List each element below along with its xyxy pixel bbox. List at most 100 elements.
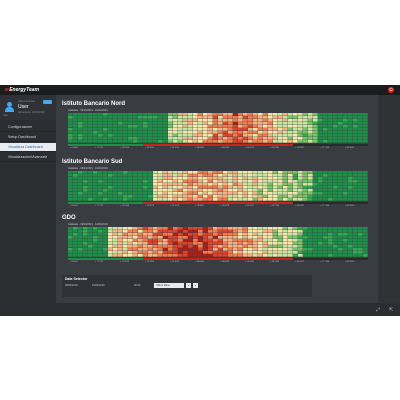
- heatmap-cell[interactable]: [193, 192, 198, 195]
- heatmap-cell[interactable]: [158, 236, 163, 239]
- heatmap-cell[interactable]: [143, 227, 148, 230]
- heatmap-cell[interactable]: [318, 174, 323, 177]
- heatmap-cell[interactable]: [123, 195, 128, 198]
- heatmap-cell[interactable]: [198, 113, 203, 116]
- heatmap-cell[interactable]: [88, 119, 93, 122]
- heatmap-cell[interactable]: [113, 131, 118, 134]
- heatmap-cell[interactable]: [178, 122, 183, 125]
- heatmap-cell[interactable]: [353, 242, 358, 245]
- heatmap-cell[interactable]: [333, 189, 338, 192]
- heatmap-cell[interactable]: [113, 137, 118, 140]
- heatmap-cell[interactable]: [98, 128, 103, 131]
- heatmap-cell[interactable]: [288, 230, 293, 233]
- heatmap-cell[interactable]: [188, 125, 193, 128]
- heatmap-cell[interactable]: [193, 177, 198, 180]
- heatmap-cell[interactable]: [208, 248, 213, 251]
- heatmap-cell[interactable]: [333, 198, 338, 201]
- sidebar-item-setup-dashboard[interactable]: Setup Dashboard: [0, 133, 56, 142]
- heatmap-cell[interactable]: [193, 180, 198, 183]
- heatmap-cell[interactable]: [243, 242, 248, 245]
- heatmap-cell[interactable]: [263, 177, 268, 180]
- heatmap-cell[interactable]: [303, 198, 308, 201]
- heatmap-cell[interactable]: [188, 233, 193, 236]
- heatmap-cell[interactable]: [158, 177, 163, 180]
- heatmap-cell[interactable]: [238, 134, 243, 137]
- heatmap-cell[interactable]: [288, 198, 293, 201]
- heatmap-cell[interactable]: [193, 230, 198, 233]
- heatmap-cell[interactable]: [183, 254, 188, 257]
- heatmap-cell[interactable]: [143, 128, 148, 131]
- heatmap-cell[interactable]: [253, 186, 258, 189]
- heatmap-cell[interactable]: [238, 140, 243, 143]
- heatmap-cell[interactable]: [233, 177, 238, 180]
- heatmap-cell[interactable]: [308, 137, 313, 140]
- heatmap-cell[interactable]: [318, 233, 323, 236]
- heatmap-cell[interactable]: [143, 192, 148, 195]
- heatmap-cell[interactable]: [183, 242, 188, 245]
- heatmap-cell[interactable]: [193, 236, 198, 239]
- heatmap-cell[interactable]: [313, 254, 318, 257]
- heatmap-cell[interactable]: [263, 140, 268, 143]
- heatmap-cell[interactable]: [228, 239, 233, 242]
- heatmap-cell[interactable]: [88, 198, 93, 201]
- heatmap-cell[interactable]: [333, 113, 338, 116]
- heatmap-cell[interactable]: [143, 180, 148, 183]
- heatmap-cell[interactable]: [348, 119, 353, 122]
- heatmap-cell[interactable]: [118, 116, 123, 119]
- heatmap-cell[interactable]: [313, 125, 318, 128]
- heatmap-cell[interactable]: [113, 171, 118, 174]
- heatmap-cell[interactable]: [338, 119, 343, 122]
- heatmap-cell[interactable]: [273, 183, 278, 186]
- heatmap-cell[interactable]: [128, 171, 133, 174]
- heatmap-cell[interactable]: [113, 251, 118, 254]
- heatmap-cell[interactable]: [238, 236, 243, 239]
- heatmap-cell[interactable]: [303, 227, 308, 230]
- heatmap-cell[interactable]: [313, 242, 318, 245]
- heatmap-cell[interactable]: [68, 134, 73, 137]
- heatmap-cell[interactable]: [213, 116, 218, 119]
- heatmap-cell[interactable]: [233, 195, 238, 198]
- heatmap-cell[interactable]: [183, 140, 188, 143]
- heatmap-cell[interactable]: [78, 122, 83, 125]
- heatmap-cell[interactable]: [118, 236, 123, 239]
- heatmap-cell[interactable]: [238, 128, 243, 131]
- heatmap-cell[interactable]: [303, 125, 308, 128]
- heatmap-cell[interactable]: [248, 113, 253, 116]
- heatmap-cell[interactable]: [213, 131, 218, 134]
- heatmap-cell[interactable]: [328, 137, 333, 140]
- heatmap-cell[interactable]: [138, 125, 143, 128]
- heatmap-cell[interactable]: [133, 227, 138, 230]
- heatmap-cell[interactable]: [168, 251, 173, 254]
- heatmap-cell[interactable]: [293, 128, 298, 131]
- heatmap-cell[interactable]: [103, 227, 108, 230]
- heatmap-cell[interactable]: [118, 131, 123, 134]
- heatmap-cell[interactable]: [268, 189, 273, 192]
- heatmap-cell[interactable]: [318, 242, 323, 245]
- heatmap-cell[interactable]: [233, 137, 238, 140]
- heatmap-cell[interactable]: [343, 183, 348, 186]
- heatmap-cell[interactable]: [83, 125, 88, 128]
- heatmap-cell[interactable]: [358, 227, 363, 230]
- heatmap-cell[interactable]: [198, 236, 203, 239]
- heatmap-cell[interactable]: [253, 137, 258, 140]
- heatmap-cell[interactable]: [168, 195, 173, 198]
- heatmap-cell[interactable]: [163, 116, 168, 119]
- heatmap-cell[interactable]: [318, 116, 323, 119]
- heatmap-cell[interactable]: [213, 177, 218, 180]
- heatmap-cell[interactable]: [248, 122, 253, 125]
- heatmap-cell[interactable]: [343, 171, 348, 174]
- heatmap-cell[interactable]: [83, 236, 88, 239]
- heatmap-cell[interactable]: [303, 239, 308, 242]
- heatmap-cell[interactable]: [173, 233, 178, 236]
- heatmap-cell[interactable]: [143, 186, 148, 189]
- heatmap-cell[interactable]: [263, 230, 268, 233]
- heatmap-cell[interactable]: [288, 192, 293, 195]
- heatmap-cell[interactable]: [333, 183, 338, 186]
- heatmap-cell[interactable]: [253, 239, 258, 242]
- heatmap-cell[interactable]: [288, 134, 293, 137]
- heatmap-cell[interactable]: [93, 245, 98, 248]
- heatmap-cell[interactable]: [83, 134, 88, 137]
- heatmap-cell[interactable]: [178, 233, 183, 236]
- heatmap-cell[interactable]: [288, 248, 293, 251]
- heatmap-cell[interactable]: [248, 183, 253, 186]
